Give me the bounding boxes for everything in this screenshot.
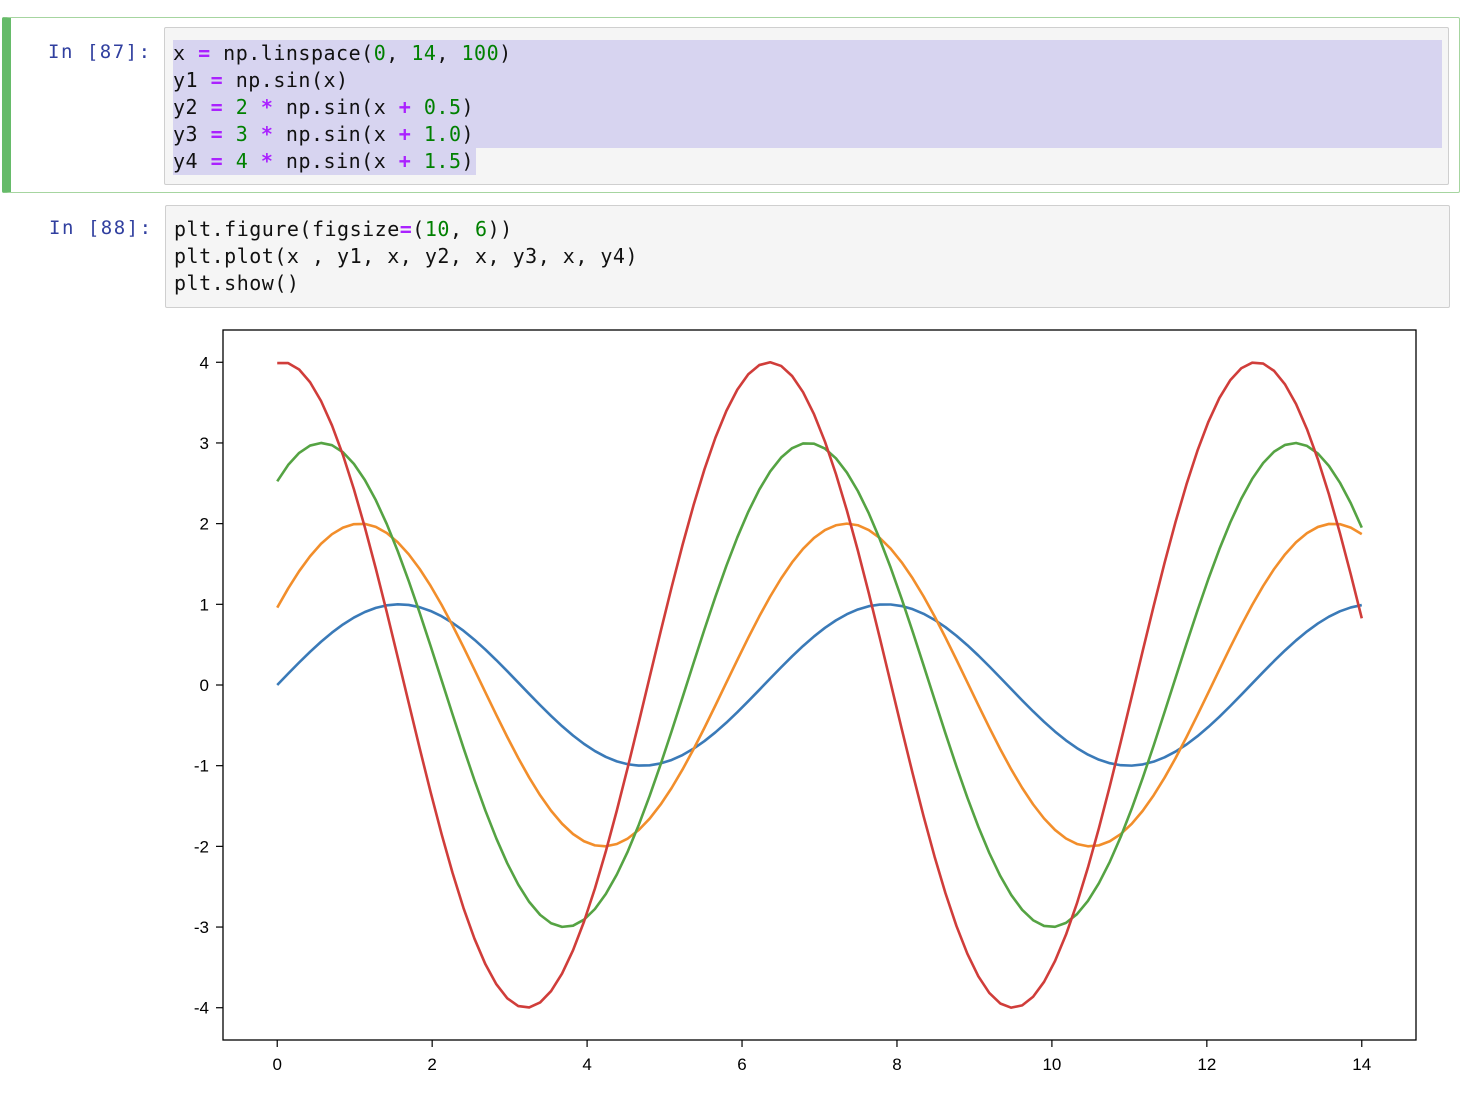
cell-prompt: In [88]:: [49, 217, 153, 239]
code-operator: =: [210, 149, 224, 173]
code-editor[interactable]: plt.figure(figsize=(10, 6)) plt.plot(x ,…: [165, 205, 1450, 308]
code-operator: =: [210, 68, 224, 92]
code-number: 4: [235, 149, 249, 173]
y-tick-label: -3: [194, 918, 209, 937]
x-tick-label: 2: [427, 1055, 436, 1074]
code-line: x = np.linspace(0, 14, 100): [173, 40, 1442, 67]
y-tick-label: 3: [200, 434, 209, 453]
y-tick-label: -2: [194, 837, 209, 856]
x-tick-label: 0: [272, 1055, 281, 1074]
x-tick-label: 14: [1352, 1055, 1371, 1074]
series-line-y1: [276, 603, 1363, 767]
code-number: 0: [373, 41, 387, 65]
x-tick-label: 4: [582, 1055, 591, 1074]
y-tick-label: -4: [194, 999, 209, 1018]
series-line-y3: [276, 441, 1363, 929]
x-tick-label: 8: [892, 1055, 901, 1074]
y-tick-label: -1: [194, 757, 209, 776]
code-number: 100: [461, 41, 500, 65]
code-operator: =: [198, 41, 211, 65]
x-tick-label: 10: [1042, 1055, 1061, 1074]
code-text: np.sin(x: [273, 149, 399, 173]
series-line-y2: [276, 522, 1363, 848]
y-axis: 4 3 2 1 0 -1 -2 -3 -4: [194, 353, 223, 1018]
code-line: y1 = np.sin(x): [173, 67, 1442, 94]
x-tick-label: 6: [737, 1055, 746, 1074]
code-text: ,: [386, 41, 412, 65]
code-text: )): [487, 217, 513, 241]
code-line: plt.plot(x , y1, x, y2, x, y3, x, y4): [174, 243, 638, 270]
code-text: plt.figure(figsize: [174, 217, 400, 241]
code-line: y3 = 3 * np.sin(x + 1.0): [173, 121, 1442, 148]
code-text: y3: [173, 122, 211, 146]
code-cell-87[interactable]: In [87]: x = np.linspace(0, 14, 100) y1 …: [2, 17, 1460, 193]
axes-frame: [222, 329, 1417, 1041]
code-text: ,: [449, 217, 476, 241]
code-number: 1.0: [423, 122, 462, 146]
code-text: ): [461, 149, 475, 173]
code-operator: =: [210, 95, 224, 119]
code-operator: +: [398, 122, 412, 146]
code-operator: =: [399, 217, 413, 241]
series-line-y4: [277, 360, 1364, 1009]
cell-prompt: In [87]:: [48, 41, 152, 63]
code-line: y4 = 4 * np.sin(x + 1.5): [173, 148, 477, 175]
code-number: 2: [235, 95, 249, 119]
code-text: (: [412, 217, 425, 241]
code-number: 14: [411, 41, 437, 65]
plot-lines: [276, 360, 1364, 1009]
code-operator: *: [260, 149, 274, 173]
code-editor[interactable]: x = np.linspace(0, 14, 100) y1 = np.sin(…: [164, 27, 1449, 185]
code-operator: =: [210, 122, 224, 146]
code-text: np.linspace(: [210, 41, 374, 65]
code-number: 10: [424, 217, 450, 241]
code-operator: *: [260, 95, 274, 119]
y-tick-label: 0: [200, 676, 209, 695]
plot-output: 4 3 2 1 0 -1 -2 -3 -4 0 2 4 6 8 10 12 14: [162, 318, 1452, 1103]
code-text: np.sin(x: [273, 95, 399, 119]
code-cell-88[interactable]: In [88]: plt.figure(figsize=(10, 6)) plt…: [2, 198, 1460, 316]
code-line: plt.figure(figsize=(10, 6)): [174, 216, 513, 243]
code-text: ,: [436, 41, 462, 65]
code-text: y4: [173, 149, 211, 173]
code-text: plt.show(): [174, 271, 300, 295]
y-tick-label: 1: [200, 595, 209, 614]
y-tick-label: 2: [200, 515, 209, 534]
code-operator: +: [398, 149, 412, 173]
code-text: np.sin(x): [223, 68, 349, 92]
x-tick-label: 12: [1197, 1055, 1216, 1074]
code-text: y1: [173, 68, 211, 92]
code-operator: *: [260, 122, 274, 146]
code-operator: +: [398, 95, 412, 119]
code-text: ): [461, 122, 475, 146]
code-text: ): [499, 41, 512, 65]
code-text: x: [173, 41, 199, 65]
code-line: plt.show(): [174, 270, 299, 297]
code-text: ): [461, 95, 475, 119]
code-number: 1.5: [423, 149, 462, 173]
code-text: np.sin(x: [273, 122, 399, 146]
code-number: 0.5: [423, 95, 462, 119]
code-number: 6: [475, 217, 488, 241]
code-number: 3: [235, 122, 249, 146]
code-text: plt.plot(x , y1, x, y2, x, y3, x, y4): [174, 244, 639, 268]
line-chart: 43210-1-2-3-4 0 2 4 6 8 10 12 14: [194, 329, 1417, 1074]
code-line: y2 = 2 * np.sin(x + 0.5): [173, 94, 1442, 121]
code-text: y2: [173, 95, 211, 119]
x-axis: 0 2 4 6 8 10 12 14: [272, 1040, 1371, 1074]
y-tick-label: 4: [200, 353, 209, 372]
